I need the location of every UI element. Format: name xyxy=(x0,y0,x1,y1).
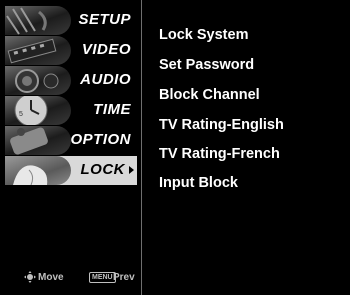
submenu-item-lock-system[interactable]: Lock System xyxy=(159,27,248,43)
move-icon xyxy=(24,271,36,283)
prev-label: Prev xyxy=(113,272,135,283)
submenu-item-block-channel[interactable]: Block Channel xyxy=(159,87,260,103)
submenu-item-set-password[interactable]: Set Password xyxy=(159,57,254,73)
menu-label-time: TIME xyxy=(93,101,131,118)
osd-screen: SETUP VIDEO AUDIO 5 TIME OPTION LOCK Mov… xyxy=(0,0,350,295)
option-image xyxy=(5,126,71,155)
menu-item-lock[interactable]: LOCK xyxy=(5,156,137,185)
clock-image: 5 xyxy=(5,96,71,125)
submenu-item-input-block[interactable]: Input Block xyxy=(159,175,238,191)
svg-text:5: 5 xyxy=(19,111,23,118)
submenu-item-tv-rating-english[interactable]: TV Rating-English xyxy=(159,117,284,133)
lock-submenu: Lock System Set Password Block Channel T… xyxy=(142,0,350,295)
menu-label-video: VIDEO xyxy=(81,41,131,58)
video-film-image xyxy=(5,36,71,65)
menu-footer: Move MENU Prev xyxy=(5,270,137,286)
lock-image xyxy=(5,156,71,185)
menu-label-audio: AUDIO xyxy=(80,71,131,88)
main-menu: SETUP VIDEO AUDIO 5 TIME OPTION LOCK Mov… xyxy=(5,6,137,289)
setup-image xyxy=(5,6,71,35)
menu-label-setup: SETUP xyxy=(78,11,131,28)
submenu-item-tv-rating-french[interactable]: TV Rating-French xyxy=(159,146,280,162)
menu-item-setup[interactable]: SETUP xyxy=(5,6,137,35)
menu-item-option[interactable]: OPTION xyxy=(5,126,137,155)
menu-item-video[interactable]: VIDEO xyxy=(5,36,137,65)
menu-key-icon: MENU xyxy=(89,272,116,283)
menu-item-audio[interactable]: AUDIO xyxy=(5,66,137,95)
menu-item-time[interactable]: 5 TIME xyxy=(5,96,137,125)
menu-label-lock: LOCK xyxy=(80,161,125,178)
menu-label-option: OPTION xyxy=(70,131,131,148)
move-label: Move xyxy=(38,272,64,283)
audio-speaker-image xyxy=(5,66,71,95)
arrow-right-icon xyxy=(129,166,134,174)
